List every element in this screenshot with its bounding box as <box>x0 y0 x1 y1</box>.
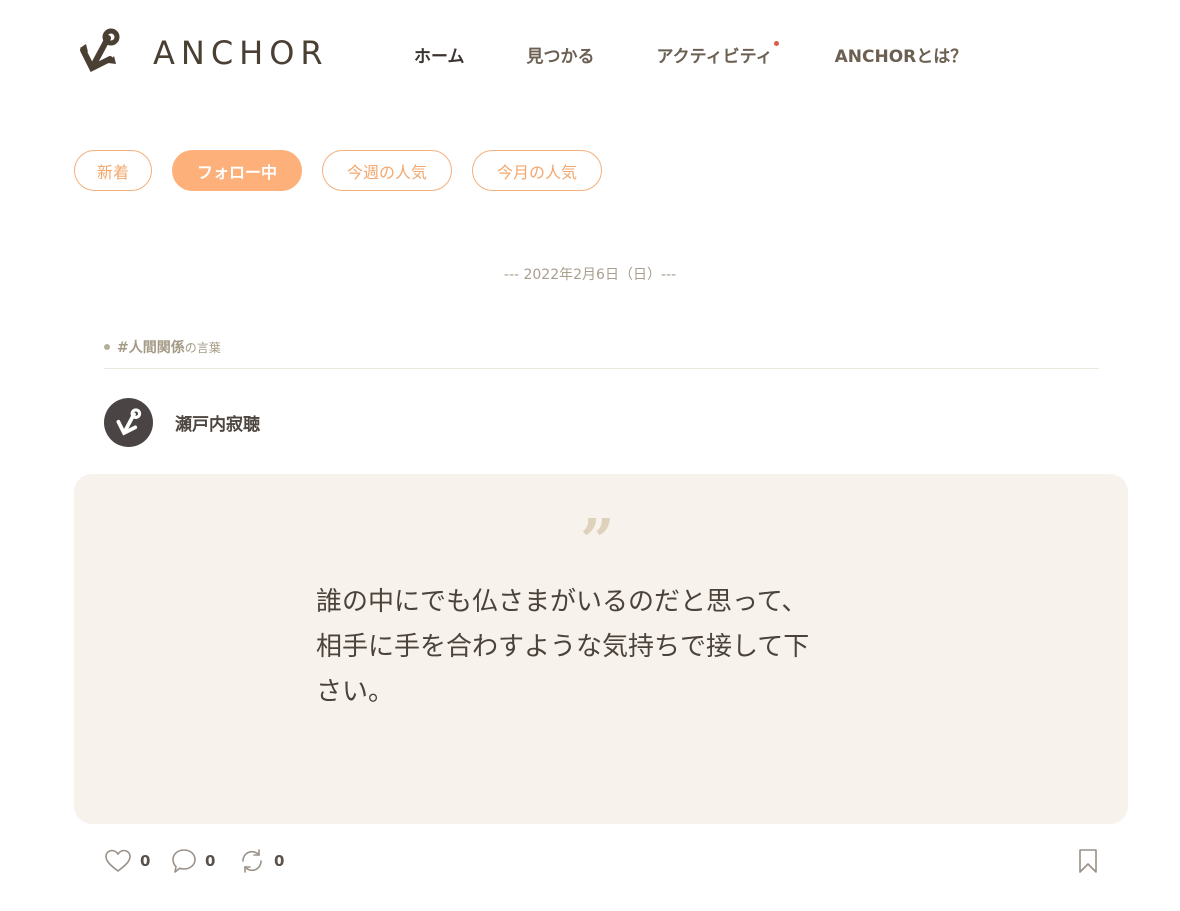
post-author[interactable]: 瀬戸内寂聴 <box>104 398 260 447</box>
quote-line: さい。 <box>316 677 395 707</box>
quote-mark-icon: ” <box>580 507 615 577</box>
brand-name: ANCHOR <box>153 34 329 72</box>
tag-label: #人間関係 <box>117 340 185 356</box>
bookmark-button[interactable] <box>1077 848 1099 878</box>
logo[interactable]: ANCHOR <box>76 28 323 76</box>
tab-weekly-popular[interactable]: 今週の人気 <box>322 150 452 191</box>
feed-tabs: 新着 フォロー中 今週の人気 今月の人気 <box>74 150 622 191</box>
comment-count: 0 <box>205 852 216 870</box>
anchor-icon <box>116 407 141 436</box>
repost-button[interactable]: 0 <box>238 845 284 877</box>
nav-item-discover[interactable]: 見つかる <box>527 42 595 67</box>
header: ANCHOR ホーム 見つかる アクティビティ ANCHORとは？ <box>0 0 1180 110</box>
bookmark-icon <box>1079 849 1097 873</box>
notification-dot <box>773 41 779 46</box>
repost-icon <box>242 849 262 873</box>
like-button[interactable]: 0 <box>104 845 150 877</box>
comment-button[interactable]: 0 <box>171 845 215 877</box>
tab-following[interactable]: フォロー中 <box>172 150 302 191</box>
heart-icon <box>105 849 131 873</box>
author-name[interactable]: 瀬戸内寂聴 <box>175 410 260 435</box>
anchor-icon <box>80 28 120 73</box>
quote-line: 誰の中にでも仏さまがいるのだと思って、 <box>316 587 808 617</box>
avatar[interactable] <box>104 398 153 447</box>
nav-item-activity[interactable]: アクティビティ <box>656 41 779 67</box>
quote-card[interactable]: ” 誰の中にでも仏さまがいるのだと思って、 相手に手を合わすような気持ちで接して… <box>74 474 1128 824</box>
like-count: 0 <box>140 852 151 870</box>
nav-item-about[interactable]: ANCHORとは？ <box>835 42 968 67</box>
comment-icon <box>172 849 196 873</box>
post-tag[interactable]: #人間関係 の言葉 <box>104 337 221 357</box>
tag-suffix: の言葉 <box>184 340 221 355</box>
main-nav: ホーム 見つかる アクティビティ ANCHORとは？ <box>414 41 1029 67</box>
nav-item-activity-label: アクティビティ <box>656 47 773 67</box>
nav-item-home[interactable]: ホーム <box>414 42 465 67</box>
divider <box>104 368 1099 369</box>
post-actions: 0 0 0 <box>104 845 1099 877</box>
quote-line: 相手に手を合わすような気持ちで接して下 <box>316 632 810 662</box>
tab-new[interactable]: 新着 <box>74 150 152 191</box>
tab-monthly-popular[interactable]: 今月の人気 <box>472 150 602 191</box>
repost-count: 0 <box>274 852 285 870</box>
tag-bullet <box>104 344 110 350</box>
quote-text: 誰の中にでも仏さまがいるのだと思って、 相手に手を合わすような気持ちで接して下 … <box>316 580 886 715</box>
date-separator: --- 2022年2月6日（日）--- <box>503 267 677 283</box>
